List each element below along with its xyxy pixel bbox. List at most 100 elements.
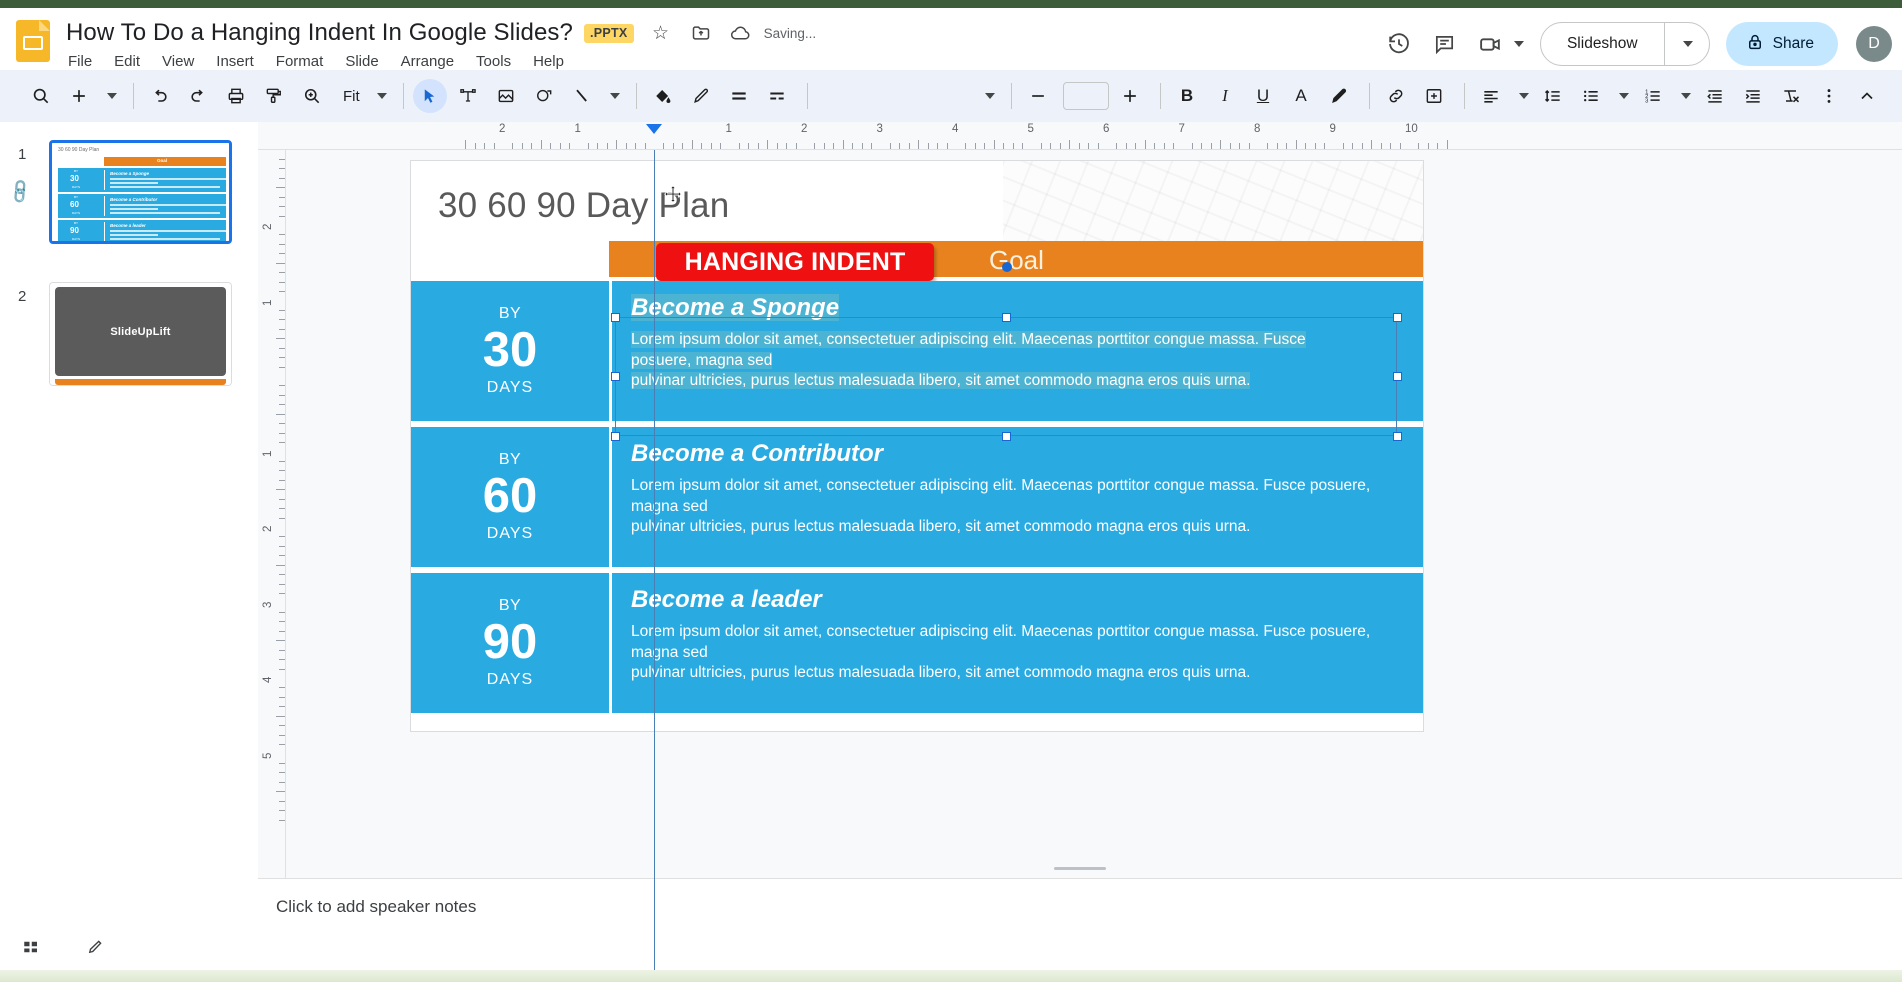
slide-row-90-days[interactable]: BY 90 DAYS Become a leader Lorem ipsum d… xyxy=(411,573,1423,713)
chevron-down-icon[interactable] xyxy=(1513,41,1524,47)
ruler-tick xyxy=(663,143,665,149)
slide-title-text[interactable]: 30 60 90 Day Plan xyxy=(438,186,729,226)
row-content-60[interactable]: Become a Contributor Lorem ipsum dolor s… xyxy=(609,427,1423,567)
border-dash-icon[interactable] xyxy=(760,79,794,113)
resize-handle-bottom-left[interactable] xyxy=(611,432,620,441)
decrease-indent-icon[interactable] xyxy=(1698,79,1732,113)
undo-icon[interactable] xyxy=(143,79,177,113)
insert-image-icon[interactable] xyxy=(489,79,523,113)
filmstrip-slide-1[interactable]: 1 🔗 30 60 90 Day Plan Goal BY 30 DAYS Be… xyxy=(0,140,258,260)
ruler-tick xyxy=(1229,143,1231,149)
underline-button[interactable]: U xyxy=(1246,79,1280,113)
document-title[interactable]: How To Do a Hanging Indent In Google Sli… xyxy=(66,19,573,47)
ruler-label: 1 xyxy=(725,123,732,135)
text-color-button[interactable]: A xyxy=(1284,79,1318,113)
filmstrip-slide-2[interactable]: 2 SlideUpLift xyxy=(0,282,258,402)
row-paragraph[interactable]: Lorem ipsum dolor sit amet, consectetuer… xyxy=(631,476,1401,538)
zoom-dropdown[interactable] xyxy=(370,79,392,113)
avatar[interactable]: D xyxy=(1856,26,1892,62)
cursor-arrow-icon[interactable] xyxy=(412,79,447,113)
thumb-heading: Become a leader xyxy=(110,223,146,228)
increase-indent-icon[interactable] xyxy=(1736,79,1770,113)
vertical-ruler[interactable]: 2 1 1 2 3 4 5 xyxy=(258,150,286,878)
filmstrip-view-icon[interactable] xyxy=(22,938,40,956)
print-icon[interactable] xyxy=(219,79,253,113)
row-heading[interactable]: Become a Sponge xyxy=(631,294,840,322)
ruler-tick xyxy=(279,319,285,321)
line-dropdown[interactable] xyxy=(603,79,625,113)
row-content-90[interactable]: Become a leader Lorem ipsum dolor sit am… xyxy=(609,573,1423,713)
video-camera-icon[interactable] xyxy=(1470,23,1512,65)
collapse-toolbar-icon[interactable] xyxy=(1850,79,1884,113)
meet-button-group[interactable] xyxy=(1470,23,1524,65)
fill-color-icon[interactable] xyxy=(646,79,680,113)
bulleted-list-icon[interactable] xyxy=(1574,79,1608,113)
ruler-tick xyxy=(823,143,825,149)
move-to-folder-icon[interactable] xyxy=(688,20,714,46)
italic-button[interactable]: I xyxy=(1208,79,1242,113)
add-comment-icon[interactable] xyxy=(1417,79,1451,113)
resize-handle-top-center[interactable] xyxy=(1002,313,1011,322)
star-icon[interactable]: ☆ xyxy=(648,20,674,46)
insert-link-icon[interactable] xyxy=(1379,79,1413,113)
font-size-input[interactable] xyxy=(1063,82,1109,110)
slide-thumbnail[interactable]: 30 60 90 Day Plan Goal BY 30 DAYS Become… xyxy=(49,140,232,244)
hanging-indent-marker[interactable] xyxy=(646,124,662,134)
slide-thumbnail[interactable]: SlideUpLift xyxy=(49,282,232,386)
font-dropdown[interactable] xyxy=(978,79,1000,113)
slide-editing-stage[interactable]: 30 60 90 Day Plan Goal HANGING INDENT BY… xyxy=(410,160,1424,732)
resize-handle-bottom-right[interactable] xyxy=(1393,432,1402,441)
shape-icon[interactable] xyxy=(527,79,561,113)
align-dropdown[interactable] xyxy=(1512,79,1534,113)
row-paragraph[interactable]: Lorem ipsum dolor sit amet, consectetuer… xyxy=(631,330,1401,392)
ruler-tick xyxy=(1286,143,1288,149)
line-spacing-icon[interactable] xyxy=(1536,79,1570,113)
slideshow-button[interactable]: Slideshow xyxy=(1539,22,1710,66)
search-icon[interactable] xyxy=(24,79,58,113)
line-icon[interactable] xyxy=(565,79,599,113)
ruler-label: 1 xyxy=(574,123,581,135)
increase-font-size-button[interactable] xyxy=(1113,79,1147,113)
numbered-list-dropdown[interactable] xyxy=(1674,79,1696,113)
slide-row-30-days[interactable]: BY 30 DAYS Become a Sponge Lorem ipsum d… xyxy=(411,281,1423,421)
border-color-icon[interactable] xyxy=(684,79,718,113)
cloud-status-icon[interactable] xyxy=(728,20,754,46)
resize-handle-bottom-center[interactable] xyxy=(1002,432,1011,441)
resize-handle-middle-right[interactable] xyxy=(1393,372,1402,381)
row-paragraph[interactable]: Lorem ipsum dolor sit amet, consectetuer… xyxy=(631,622,1401,684)
resize-handle-top-left[interactable] xyxy=(611,313,620,322)
ruler-label: 1 xyxy=(262,299,274,306)
resize-handle-middle-left[interactable] xyxy=(611,372,620,381)
text-box-icon[interactable] xyxy=(451,79,485,113)
annotate-pen-icon[interactable] xyxy=(86,938,104,956)
highlight-pen-icon[interactable] xyxy=(1322,79,1356,113)
row-content-30[interactable]: Become a Sponge Lorem ipsum dolor sit am… xyxy=(609,281,1423,421)
more-options-icon[interactable] xyxy=(1812,79,1846,113)
redo-icon[interactable] xyxy=(181,79,215,113)
border-weight-icon[interactable] xyxy=(722,79,756,113)
zoom-level[interactable]: Fit xyxy=(333,88,370,105)
align-left-icon[interactable] xyxy=(1474,79,1508,113)
ruler-tick xyxy=(1078,143,1080,149)
link-chain-icon[interactable]: 🔗 xyxy=(6,178,35,207)
bulleted-list-dropdown[interactable] xyxy=(1612,79,1634,113)
decrease-font-size-button[interactable] xyxy=(1021,79,1055,113)
new-slide-dropdown[interactable] xyxy=(100,79,122,113)
resize-handle-top-right[interactable] xyxy=(1393,313,1402,322)
ruler-tick xyxy=(1437,143,1439,149)
header-actions: Slideshow Share D xyxy=(1378,18,1892,70)
new-slide-button[interactable] xyxy=(62,79,96,113)
speaker-notes-pane[interactable]: Click to add speaker notes xyxy=(258,878,1902,970)
zoom-in-icon[interactable] xyxy=(295,79,329,113)
slide-row-60-days[interactable]: BY 60 DAYS Become a Contributor Lorem ip… xyxy=(411,427,1423,567)
paint-format-icon[interactable] xyxy=(257,79,291,113)
slideshow-dropdown[interactable] xyxy=(1665,23,1709,65)
clear-formatting-icon[interactable] xyxy=(1774,79,1808,113)
share-button[interactable]: Share xyxy=(1725,22,1838,66)
comment-icon[interactable] xyxy=(1424,23,1466,65)
horizontal-ruler[interactable]: 2 1 1 2 3 4 5 6 7 8 9 10 xyxy=(258,122,1902,150)
numbered-list-icon[interactable]: 123 xyxy=(1636,79,1670,113)
bold-button[interactable]: B xyxy=(1170,79,1204,113)
version-history-icon[interactable] xyxy=(1378,23,1420,65)
notes-resize-handle[interactable] xyxy=(1054,867,1106,870)
